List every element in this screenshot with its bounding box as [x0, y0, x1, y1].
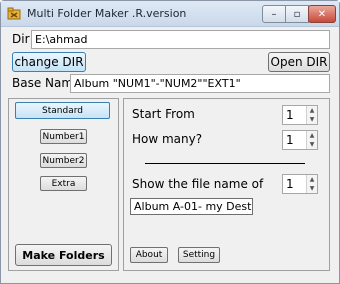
spin-up-icon[interactable]: ▲	[307, 106, 317, 115]
change-dir-label: change DIR	[14, 55, 84, 69]
about-button[interactable]: About	[130, 247, 168, 263]
options-panel: Start From 1 ▲ ▼ How many? 1 ▲ ▼ Show th…	[123, 98, 330, 271]
about-label: About	[135, 250, 163, 260]
show-file-name-arrows[interactable]: ▲ ▼	[306, 175, 317, 193]
mode-number2-button[interactable]: Number2	[40, 153, 87, 168]
spin-down-icon[interactable]: ▼	[307, 140, 317, 149]
folder-tools-icon	[7, 7, 21, 20]
mode-panel: Standard Number1 Number2 Extra Make Fold…	[8, 98, 119, 271]
mode-extra-button[interactable]: Extra	[40, 176, 87, 191]
setting-button[interactable]: Setting	[178, 247, 220, 263]
how-many-arrows[interactable]: ▲ ▼	[306, 131, 317, 149]
change-dir-button[interactable]: change DIR	[12, 52, 86, 72]
mode-standard-label: Standard	[42, 105, 83, 116]
how-many-label: How many?	[132, 132, 203, 146]
close-icon: ✕	[317, 8, 327, 20]
spin-down-icon[interactable]: ▼	[307, 115, 317, 124]
main-window: Multi Folder Maker .R.version – ▫ ✕ Dir …	[0, 0, 340, 284]
minimize-icon: –	[271, 8, 277, 20]
show-file-name-label: Show the file name of	[132, 177, 264, 191]
mode-number2-label: Number2	[42, 155, 85, 166]
base-name-field[interactable]: Album "NUM1"-"NUM2""EXT1"	[70, 74, 330, 93]
spin-up-icon[interactable]: ▲	[307, 175, 317, 184]
maximize-button[interactable]: ▫	[285, 5, 309, 23]
dir-label: Dir	[12, 32, 30, 46]
make-folders-label: Make Folders	[22, 248, 105, 262]
how-many-value: 1	[286, 133, 294, 147]
mode-number1-label: Number1	[42, 131, 85, 142]
open-dir-button[interactable]: Open DIR	[268, 52, 330, 72]
title-bar[interactable]: Multi Folder Maker .R.version – ▫ ✕	[1, 1, 339, 27]
options-divider	[145, 163, 305, 164]
show-file-name-spinner[interactable]: 1 ▲ ▼	[282, 174, 318, 194]
open-dir-label: Open DIR	[270, 55, 328, 69]
start-from-spinner[interactable]: 1 ▲ ▼	[282, 105, 318, 125]
setting-label: Setting	[182, 250, 216, 260]
make-folders-button[interactable]: Make Folders	[15, 244, 112, 266]
spin-up-icon[interactable]: ▲	[307, 131, 317, 140]
dir-field[interactable]: E:\ahmad	[31, 30, 330, 49]
file-name-preview: Album A-01- my Destiny	[130, 198, 253, 215]
minimize-button[interactable]: –	[262, 5, 286, 23]
show-file-name-value: 1	[286, 177, 294, 191]
start-from-label: Start From	[132, 107, 195, 121]
mode-extra-label: Extra	[51, 178, 76, 189]
mode-number1-button[interactable]: Number1	[40, 129, 87, 144]
mode-standard-button[interactable]: Standard	[15, 102, 110, 119]
spin-down-icon[interactable]: ▼	[307, 184, 317, 193]
start-from-arrows[interactable]: ▲ ▼	[306, 106, 317, 124]
close-button[interactable]: ✕	[308, 5, 336, 23]
how-many-spinner[interactable]: 1 ▲ ▼	[282, 130, 318, 150]
start-from-value: 1	[286, 108, 294, 122]
window-title: Multi Folder Maker .R.version	[27, 7, 187, 20]
maximize-icon: ▫	[293, 8, 301, 20]
